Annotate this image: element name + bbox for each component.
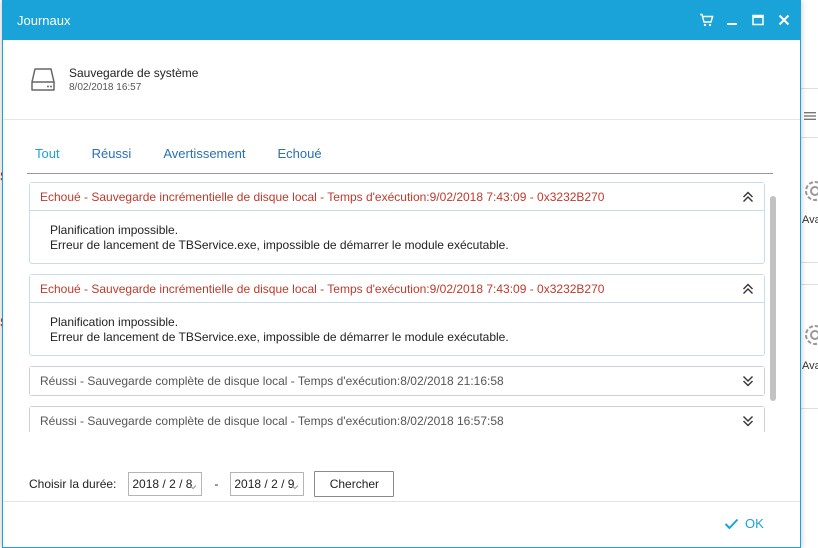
end-date-picker[interactable]: 2018 / 2 / 9 bbox=[230, 472, 305, 496]
chevron-down-icon[interactable] bbox=[189, 480, 197, 494]
gear-icon bbox=[800, 320, 818, 350]
log-entry-header[interactable]: Réussi - Sauvegarde complète de disque l… bbox=[30, 367, 764, 395]
log-entry-title: Réussi - Sauvegarde complète de disque l… bbox=[40, 414, 504, 428]
end-date-value: 2018 / 2 / 9 bbox=[234, 477, 295, 491]
date-separator: - bbox=[214, 477, 219, 491]
search-button[interactable]: Chercher bbox=[314, 471, 395, 497]
log-entry-title: Echoué - Sauvegarde incrémentielle de di… bbox=[40, 281, 605, 296]
maximize-icon[interactable] bbox=[750, 12, 766, 28]
tab-warning[interactable]: Avertissement bbox=[155, 140, 249, 173]
ok-button-label: OK bbox=[745, 516, 764, 531]
duration-label: Choisir la durée: bbox=[29, 477, 117, 491]
background-side-panel bbox=[800, 0, 818, 548]
tab-all[interactable]: Tout bbox=[27, 140, 64, 173]
status-tabs: Tout Réussi Avertissement Echoué bbox=[27, 140, 773, 174]
log-entry-title: Réussi - Sauvegarde complète de disque l… bbox=[40, 374, 504, 388]
minimize-icon[interactable] bbox=[724, 12, 740, 28]
job-date: 8/02/2018 16:57 bbox=[69, 82, 142, 93]
background-divider bbox=[801, 408, 818, 409]
chevron-double-up-icon[interactable] bbox=[742, 283, 754, 295]
chevron-double-down-icon[interactable] bbox=[742, 415, 754, 427]
job-name: Sauvegarde de système bbox=[69, 66, 199, 80]
gear-icon bbox=[800, 176, 818, 206]
title-bar[interactable]: Journaux bbox=[3, 0, 800, 40]
logs-dialog: Journaux Sauvegarde de système 8/02/2018… bbox=[2, 0, 801, 548]
log-entry-title: Echoué - Sauvegarde incrémentielle de di… bbox=[40, 189, 605, 204]
tab-success[interactable]: Réussi bbox=[84, 140, 136, 173]
log-entry: Réussi - Sauvegarde complète de disque l… bbox=[29, 366, 765, 396]
close-icon[interactable] bbox=[776, 12, 792, 28]
log-list-scrollbar[interactable] bbox=[770, 196, 776, 428]
log-entry-header[interactable]: Echoué - Sauvegarde incrémentielle de di… bbox=[30, 275, 764, 303]
job-header: Sauvegarde de système 8/02/2018 16:57 bbox=[3, 40, 800, 120]
chevron-double-down-icon[interactable] bbox=[742, 375, 754, 387]
menu-icon bbox=[804, 110, 816, 125]
date-range-filter: Choisir la durée: 2018 / 2 / 8 - 2018 / … bbox=[29, 471, 395, 497]
log-entry-details: Planification impossible. Erreur de lanc… bbox=[30, 303, 764, 355]
log-detail-line: Planification impossible. bbox=[50, 223, 179, 237]
window-title: Journaux bbox=[17, 12, 71, 28]
log-entry: Réussi - Sauvegarde complète de disque l… bbox=[29, 406, 765, 432]
background-side-label: Avar bbox=[802, 360, 818, 372]
background-divider bbox=[801, 284, 818, 285]
log-entry: Echoué - Sauvegarde incrémentielle de di… bbox=[29, 274, 765, 356]
check-icon bbox=[724, 518, 739, 529]
scrollbar-thumb[interactable] bbox=[770, 196, 776, 401]
background-side-label: Avar bbox=[802, 214, 818, 226]
window-controls bbox=[698, 0, 792, 40]
hard-drive-icon bbox=[31, 67, 55, 96]
log-entry-details: Planification impossible. Erreur de lanc… bbox=[30, 211, 764, 263]
start-date-picker[interactable]: 2018 / 2 / 8 bbox=[128, 472, 203, 496]
tab-failed[interactable]: Echoué bbox=[269, 140, 325, 173]
log-entry: Echoué - Sauvegarde incrémentielle de di… bbox=[29, 182, 765, 264]
ok-button[interactable]: OK bbox=[724, 516, 764, 531]
background-divider bbox=[801, 88, 818, 89]
footer-divider bbox=[3, 501, 800, 502]
chevron-double-up-icon[interactable] bbox=[742, 191, 754, 203]
cart-icon[interactable] bbox=[698, 12, 714, 28]
start-date-value: 2018 / 2 / 8 bbox=[132, 477, 193, 491]
background-divider bbox=[801, 137, 818, 138]
chevron-down-icon[interactable] bbox=[291, 480, 299, 494]
background-divider bbox=[801, 262, 818, 263]
log-detail-line: Erreur de lancement de TBService.exe, im… bbox=[50, 330, 509, 344]
log-detail-line: Planification impossible. bbox=[50, 315, 179, 329]
log-entry-header[interactable]: Réussi - Sauvegarde complète de disque l… bbox=[30, 407, 764, 432]
log-entry-header[interactable]: Echoué - Sauvegarde incrémentielle de di… bbox=[30, 183, 764, 211]
log-detail-line: Erreur de lancement de TBService.exe, im… bbox=[50, 238, 509, 252]
log-list: Echoué - Sauvegarde incrémentielle de di… bbox=[29, 182, 769, 432]
